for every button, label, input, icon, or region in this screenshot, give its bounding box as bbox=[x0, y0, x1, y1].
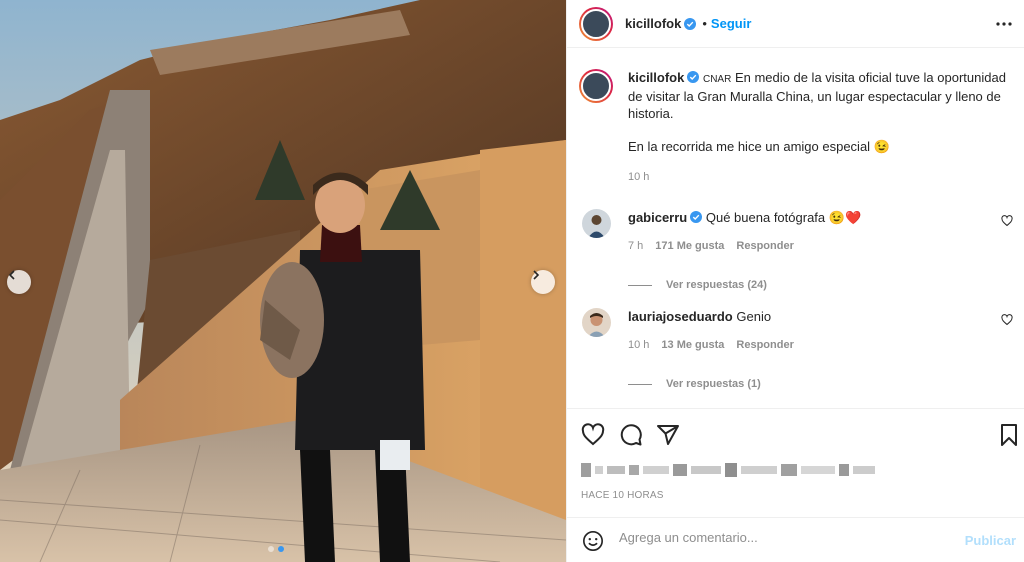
comment-emoji: 😉❤️ bbox=[828, 210, 862, 225]
commenter-avatar[interactable] bbox=[582, 209, 611, 238]
likes-summary-pixelated bbox=[581, 462, 875, 478]
caption-username[interactable]: kicillofok bbox=[628, 70, 684, 85]
carousel-indicator bbox=[268, 546, 284, 552]
add-comment-input[interactable] bbox=[619, 530, 949, 545]
commenter-username[interactable]: lauriajoseduardo bbox=[628, 309, 733, 324]
more-options-icon[interactable] bbox=[996, 16, 1012, 32]
post-header: kicillofok • Seguir bbox=[567, 0, 1024, 48]
replies-line bbox=[628, 285, 652, 286]
author-avatar[interactable] bbox=[579, 6, 613, 41]
post-actions-bar bbox=[567, 408, 1024, 458]
follow-button[interactable]: Seguir bbox=[711, 16, 751, 31]
commenter-avatar[interactable] bbox=[582, 308, 611, 337]
caption-text: En medio de la visita oficial tuve la op… bbox=[628, 70, 1006, 121]
comment-likes[interactable]: 13 Me gusta bbox=[661, 337, 724, 354]
view-replies-label: Ver respuestas (24) bbox=[666, 279, 767, 291]
author-username[interactable]: kicillofok bbox=[625, 16, 681, 31]
comment-like-icon[interactable] bbox=[1001, 215, 1013, 227]
verified-badge-icon bbox=[690, 211, 703, 223]
comment-time[interactable]: 10 h bbox=[628, 337, 649, 354]
chevron-right-icon bbox=[533, 270, 540, 280]
prev-photo-button[interactable] bbox=[7, 270, 31, 294]
comment-time[interactable]: 7 h bbox=[628, 238, 643, 255]
wink-emoji: 😉 bbox=[873, 139, 890, 154]
reply-button[interactable]: Responder bbox=[736, 337, 793, 354]
commenter-username[interactable]: gabicerru bbox=[628, 210, 687, 225]
post-photo[interactable] bbox=[0, 0, 566, 562]
comment-icon[interactable] bbox=[619, 423, 643, 447]
caption-time[interactable]: 10 h bbox=[628, 169, 1013, 186]
great-wall-photo bbox=[0, 0, 566, 562]
caption-label-badge: CNAR bbox=[702, 74, 732, 85]
view-replies-button[interactable]: Ver respuestas (24) bbox=[628, 277, 1013, 294]
comments-panel[interactable]: kicillofok CNAR En medio de la visita of… bbox=[567, 49, 1024, 407]
reply-button[interactable]: Responder bbox=[736, 238, 793, 255]
separator-dot: • bbox=[702, 16, 707, 31]
chevron-left-icon bbox=[8, 270, 15, 280]
post-caption: kicillofok CNAR En medio de la visita of… bbox=[579, 69, 1013, 186]
comment-likes[interactable]: 171 Me gusta bbox=[655, 238, 724, 255]
bookmark-icon[interactable] bbox=[997, 423, 1021, 447]
replies-line bbox=[628, 384, 652, 385]
verified-badge-icon bbox=[687, 71, 700, 83]
next-photo-button[interactable] bbox=[531, 270, 555, 294]
paper-plane-icon[interactable] bbox=[656, 423, 680, 447]
comment-item: lauriajoseduardo Genio 10 h 13 Me gusta … bbox=[579, 308, 1013, 393]
carousel-dot bbox=[268, 546, 274, 552]
comment-text: Qué buena fotógrafa bbox=[705, 210, 826, 225]
publish-button[interactable]: Publicar bbox=[965, 533, 1016, 548]
heart-icon[interactable] bbox=[581, 423, 605, 447]
caption-avatar[interactable] bbox=[579, 69, 613, 103]
smiley-icon[interactable] bbox=[582, 530, 604, 552]
comment-item: gabicerru Qué buena fotógrafa 😉❤️ 7 h 17… bbox=[579, 209, 1013, 294]
view-replies-button[interactable]: Ver respuestas (1) bbox=[628, 376, 1013, 393]
carousel-dot-active bbox=[278, 546, 284, 552]
post-sidebar: kicillofok • Seguir kicillofok CNAR En m… bbox=[566, 0, 1024, 562]
verified-badge-icon bbox=[684, 17, 697, 30]
post-timestamp[interactable]: HACE 10 HORAS bbox=[581, 490, 664, 501]
comment-like-icon[interactable] bbox=[1001, 314, 1013, 326]
add-comment-bar: Publicar bbox=[567, 517, 1024, 562]
view-replies-label: Ver respuestas (1) bbox=[666, 378, 761, 390]
caption-text-2: En la recorrida me hice un amigo especia… bbox=[628, 139, 871, 154]
comment-text: Genio bbox=[736, 309, 772, 324]
